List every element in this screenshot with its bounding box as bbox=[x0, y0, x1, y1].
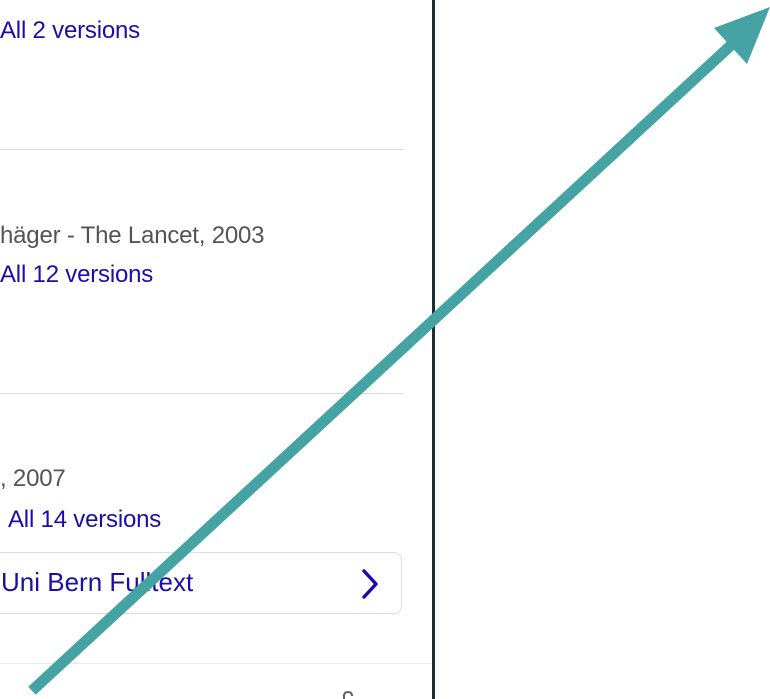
screenshot-viewport: All 2 versions häger - The Lancet, 2003 … bbox=[0, 0, 770, 699]
partial-icon bbox=[343, 690, 353, 699]
publication-meta: , 2007 bbox=[0, 465, 66, 492]
versions-link[interactable]: All 14 versions bbox=[8, 506, 161, 534]
result-divider bbox=[0, 149, 404, 150]
fulltext-label: Uni Bern Fulltext bbox=[1, 567, 194, 597]
bottom-divider bbox=[0, 663, 433, 664]
versions-link[interactable]: All 2 versions bbox=[0, 17, 140, 45]
publication-meta: häger - The Lancet, 2003 bbox=[0, 222, 265, 249]
versions-link[interactable]: All 12 versions bbox=[0, 261, 153, 289]
fulltext-button[interactable]: Uni Bern Fulltext bbox=[0, 552, 402, 614]
search-results-pane: All 2 versions häger - The Lancet, 2003 … bbox=[0, 0, 433, 699]
chevron-right-icon bbox=[362, 569, 378, 599]
result-divider bbox=[0, 393, 404, 394]
empty-pane bbox=[435, 0, 770, 699]
